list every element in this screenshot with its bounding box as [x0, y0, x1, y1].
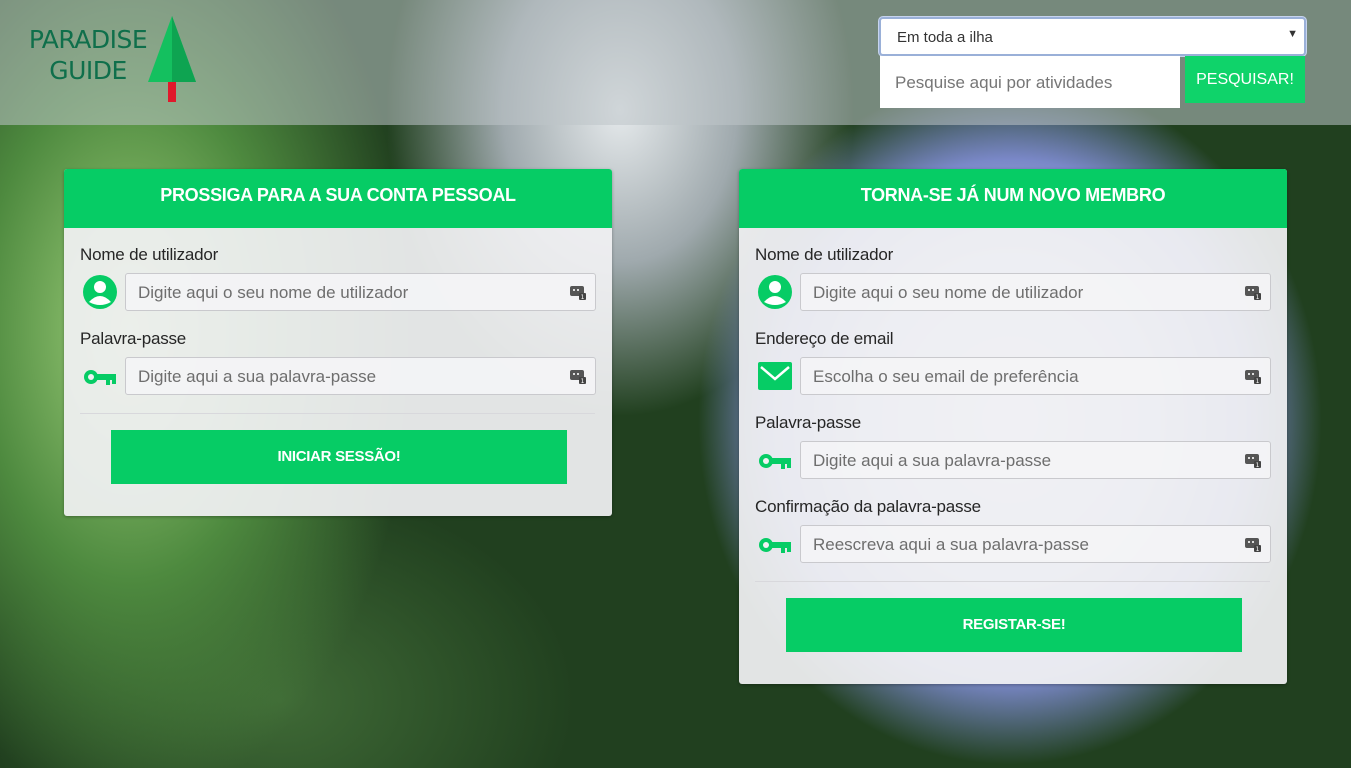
area-select[interactable]: Em toda a ilha ▼: [879, 17, 1306, 56]
area-select-value: Em toda a ilha: [897, 29, 993, 46]
register-email-placeholder: Escolha o seu email de preferência: [813, 367, 1079, 386]
register-confirm-placeholder: Reescreva aqui a sua palavra-passe: [813, 535, 1089, 554]
svg-text:1: 1: [1256, 294, 1260, 300]
login-password-input[interactable]: Digite aqui a sua palavra-passe 1: [125, 357, 596, 395]
register-button[interactable]: REGISTAR-SE!: [786, 598, 1242, 652]
register-password-placeholder: Digite aqui a sua palavra-passe: [813, 451, 1052, 470]
logo-text: PARADISE GUIDE: [24, 24, 152, 86]
pine-tree-icon: [148, 16, 196, 102]
keyboard-icon[interactable]: 1: [570, 368, 586, 384]
envelope-icon: [758, 362, 792, 390]
search-button[interactable]: PESQUISAR!: [1185, 56, 1305, 103]
logo-line-2: GUIDE: [49, 56, 127, 85]
svg-text:1: 1: [581, 378, 585, 384]
user-icon: [83, 275, 117, 309]
chevron-down-icon: ▼: [1287, 28, 1298, 40]
paradise-guide-logo[interactable]: PARADISE GUIDE: [24, 16, 204, 106]
keyboard-icon[interactable]: 1: [1245, 284, 1261, 300]
keyboard-icon[interactable]: 1: [1245, 536, 1261, 552]
login-username-label: Nome de utilizador: [80, 245, 219, 264]
register-card: TORNA-SE JÁ NUM NOVO MEMBRO Nome de util…: [739, 169, 1287, 684]
keyboard-icon[interactable]: 1: [1245, 368, 1261, 384]
register-confirm-label: Confirmação da palavra-passe: [755, 497, 981, 516]
register-username-input[interactable]: Digite aqui o seu nome de utilizador 1: [800, 273, 1271, 311]
svg-text:1: 1: [581, 294, 585, 300]
register-confirm-input[interactable]: Reescreva aqui a sua palavra-passe 1: [800, 525, 1271, 563]
login-username-placeholder: Digite aqui o seu nome de utilizador: [138, 283, 409, 302]
login-password-placeholder: Digite aqui a sua palavra-passe: [138, 367, 377, 386]
register-username-label: Nome de utilizador: [755, 245, 894, 264]
svg-text:1: 1: [1256, 546, 1260, 552]
register-email-input[interactable]: Escolha o seu email de preferência 1: [800, 357, 1271, 395]
login-card-title: PROSSIGA PARA A SUA CONTA PESSOAL: [64, 169, 612, 228]
divider: [755, 581, 1270, 582]
register-email-label: Endereço de email: [755, 329, 894, 348]
logo-line-1: PARADISE: [28, 25, 148, 54]
user-icon: [758, 275, 792, 309]
keyboard-icon[interactable]: 1: [570, 284, 586, 300]
search-input[interactable]: Pesquise aqui por atividades: [880, 56, 1180, 108]
svg-text:1: 1: [1256, 462, 1260, 468]
login-button[interactable]: INICIAR SESSÃO!: [111, 430, 567, 484]
login-username-input[interactable]: Digite aqui o seu nome de utilizador 1: [125, 273, 596, 311]
key-icon: [759, 538, 791, 553]
svg-text:1: 1: [1256, 378, 1260, 384]
login-password-label: Palavra-passe: [80, 329, 187, 348]
search-input-placeholder: Pesquise aqui por atividades: [895, 73, 1113, 92]
register-password-label: Palavra-passe: [755, 413, 862, 432]
keyboard-icon[interactable]: 1: [1245, 452, 1261, 468]
register-password-input[interactable]: Digite aqui a sua palavra-passe 1: [800, 441, 1271, 479]
divider: [80, 413, 595, 414]
header-bar: PARADISE GUIDE Em toda a ilha ▼ Pesquise…: [0, 0, 1351, 125]
register-card-title: TORNA-SE JÁ NUM NOVO MEMBRO: [739, 169, 1287, 228]
login-card: PROSSIGA PARA A SUA CONTA PESSOAL Nome d…: [64, 169, 612, 516]
key-icon: [84, 370, 116, 385]
key-icon: [759, 454, 791, 469]
register-username-placeholder: Digite aqui o seu nome de utilizador: [813, 283, 1084, 302]
